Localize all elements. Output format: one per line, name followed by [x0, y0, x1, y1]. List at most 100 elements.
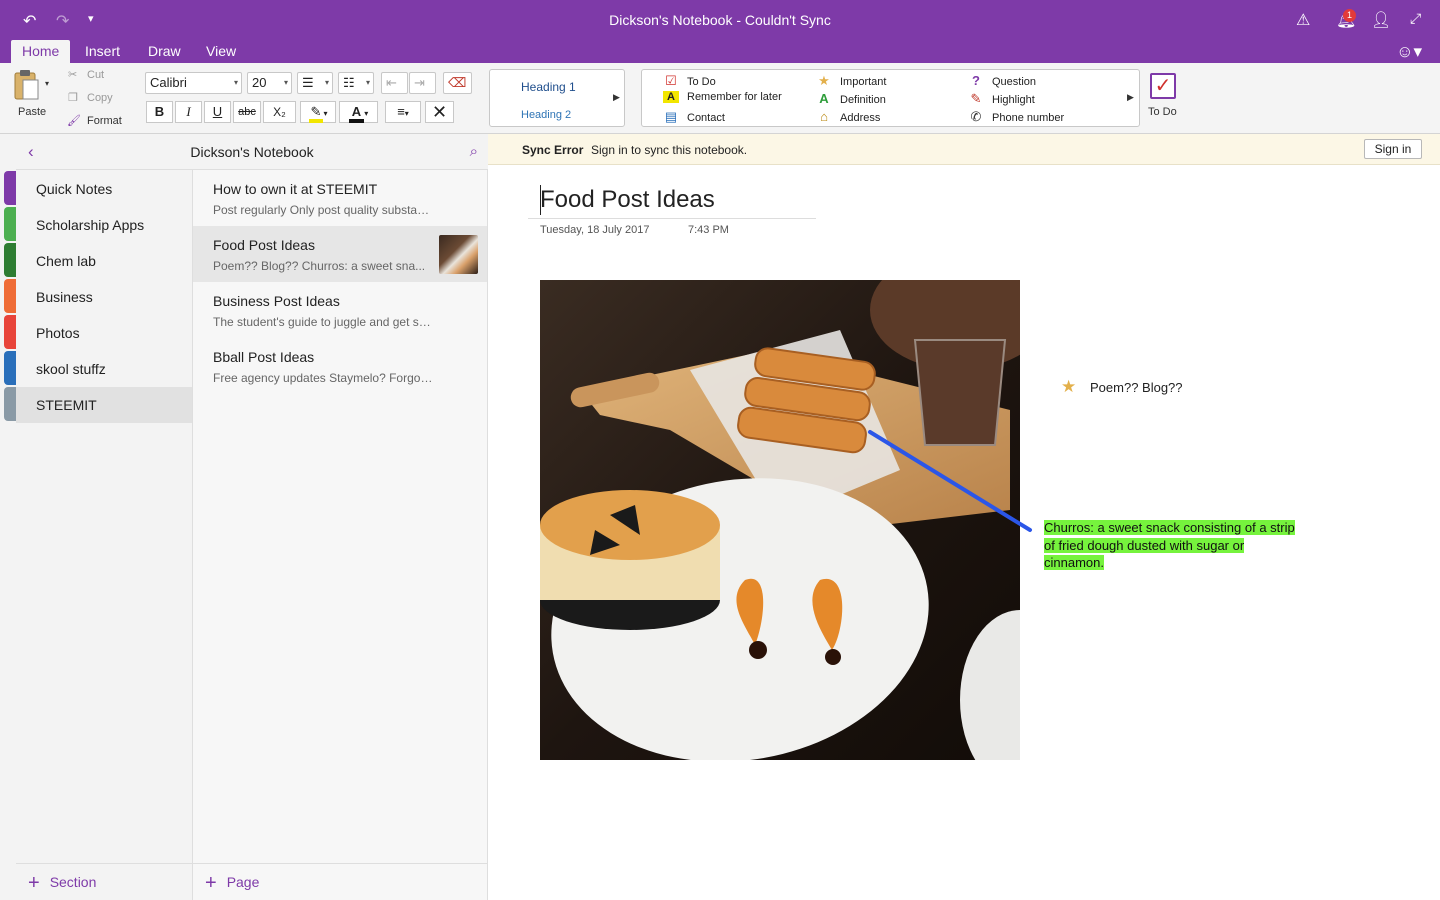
font-size-value: 20: [252, 75, 267, 90]
todo-checkbox-icon[interactable]: ✓: [1150, 73, 1176, 99]
checkbox-icon: ☑: [665, 73, 677, 88]
section-business[interactable]: Business: [16, 279, 192, 315]
page-item-title: Food Post Ideas: [213, 237, 315, 253]
underline-button[interactable]: U: [204, 101, 231, 123]
section-quick-notes[interactable]: Quick Notes: [16, 171, 192, 207]
notebook-header: ‹ Dickson's Notebook ⌕: [16, 134, 488, 170]
cut-button[interactable]: Cut: [87, 69, 104, 81]
tag-remember-for-later[interactable]: A Remember for later: [663, 91, 782, 103]
font-family-dropdown[interactable]: Calibri ▾: [145, 72, 242, 94]
chevron-down-icon: ▾: [365, 78, 370, 87]
note-text[interactable]: Poem?? Blog??: [1090, 380, 1183, 395]
chevron-down-icon: ▾: [324, 78, 329, 87]
italic-button[interactable]: I: [175, 101, 202, 123]
important-star-icon: ★: [1061, 377, 1077, 396]
add-page-button[interactable]: + Page: [193, 863, 488, 900]
copy-icon: ❐: [68, 92, 78, 104]
numbering-button[interactable]: ☷ ▾: [338, 72, 374, 94]
tag-highlight[interactable]: ✎ Highlight: [968, 91, 1035, 107]
decrease-indent-button[interactable]: ⇤: [381, 72, 408, 94]
bold-button[interactable]: B: [146, 101, 173, 123]
ink-pointer-line[interactable]: [860, 420, 1040, 540]
paste-icon[interactable]: [14, 69, 40, 101]
tab-draw[interactable]: Draw: [137, 40, 192, 63]
subscript-button[interactable]: X₂: [263, 101, 296, 123]
page-time: 7:43 PM: [688, 224, 729, 236]
tag-important[interactable]: ★ Important: [816, 73, 886, 89]
style-heading-1[interactable]: Heading 1: [521, 80, 576, 94]
section-photos[interactable]: Photos: [16, 315, 192, 351]
chevron-down-icon: ▾: [323, 109, 328, 118]
house-icon: ⌂: [820, 109, 828, 124]
tag-label: To Do: [687, 76, 716, 88]
tag-to-do[interactable]: ☑ To Do: [663, 73, 716, 89]
format-painter-button[interactable]: Format: [87, 115, 122, 127]
tag-label: Important: [840, 76, 887, 88]
style-heading-2[interactable]: Heading 2: [521, 109, 571, 121]
page-list-item[interactable]: Business Post Ideas The student's guide …: [193, 282, 487, 338]
contact-card-icon: ▤: [664, 109, 678, 124]
font-color-button[interactable]: A ▾: [339, 101, 378, 123]
styles-gallery: Heading 1 Heading 2 ▶: [489, 69, 625, 127]
expand-icon[interactable]: ⤢: [1410, 10, 1421, 27]
question-icon: ?: [972, 73, 980, 88]
chevron-down-icon: ▾: [283, 78, 288, 87]
tag-contact[interactable]: ▤ Contact: [663, 109, 725, 125]
tab-insert[interactable]: Insert: [74, 40, 131, 63]
todo-button-label[interactable]: To Do: [1148, 106, 1177, 118]
tag-phone-number[interactable]: ✆ Phone number: [968, 109, 1065, 125]
notebook-title[interactable]: Dickson's Notebook: [16, 144, 488, 160]
strikethrough-button[interactable]: abc: [233, 101, 261, 123]
section-steemit[interactable]: STEEMIT: [16, 387, 192, 423]
definition-term: Churros:: [1044, 520, 1094, 535]
styles-expand-icon[interactable]: ▶: [613, 92, 620, 103]
numbered-list-icon: ☷: [343, 75, 355, 90]
share-icon[interactable]: 👤︎: [1371, 10, 1391, 30]
page-title[interactable]: Food Post Ideas: [540, 186, 715, 214]
font-color-icon: A: [348, 104, 365, 123]
font-size-dropdown[interactable]: 20 ▾: [247, 72, 292, 94]
highlight-a-icon: A: [663, 91, 679, 103]
highlight-color-button[interactable]: ✎ ▾: [300, 101, 336, 123]
align-button[interactable]: ≡▾: [385, 101, 421, 123]
tab-view[interactable]: View: [195, 40, 247, 63]
delete-button[interactable]: ✕: [425, 101, 454, 123]
section-scholarship-apps[interactable]: Scholarship Apps: [16, 207, 192, 243]
copy-button[interactable]: Copy: [87, 92, 113, 104]
add-section-label: Section: [49, 874, 97, 890]
bullets-button[interactable]: ☰ ▾: [297, 72, 333, 94]
tags-expand-icon[interactable]: ▶: [1127, 92, 1134, 103]
page-item-title: Business Post Ideas: [213, 293, 340, 309]
paste-label[interactable]: Paste: [18, 106, 46, 118]
plus-icon: +: [205, 872, 217, 894]
warning-icon[interactable]: ⚠: [1296, 10, 1310, 30]
page-list-item[interactable]: Bball Post Ideas Free agency updates Sta…: [193, 338, 487, 394]
tag-label: Highlight: [992, 94, 1035, 106]
section-tab-color: [4, 207, 16, 241]
page-item-preview: Post regularly Only post quality substan…: [213, 203, 433, 217]
clear-formatting-button[interactable]: ⌫: [443, 72, 472, 94]
tag-label: Address: [840, 112, 881, 124]
increase-indent-button[interactable]: ⇥: [409, 72, 436, 94]
page-list-item[interactable]: Food Post Ideas Poem?? Blog?? Churros: a…: [193, 226, 487, 282]
star-icon: ★: [818, 73, 830, 88]
section-skool-stuffz[interactable]: skool stuffz: [16, 351, 192, 387]
page-item-preview: The student's guide to juggle and get sh…: [213, 315, 433, 329]
tag-question[interactable]: ? Question: [968, 73, 1036, 88]
page-thumbnail: [439, 235, 478, 274]
page-list-item[interactable]: How to own it at STEEMIT Post regularly …: [193, 170, 487, 226]
definition-note[interactable]: Churros: a sweet snack consisting of a s…: [1044, 519, 1306, 572]
search-icon[interactable]: ⌕: [470, 143, 478, 160]
sync-error-bar: Sync Error Sign in to sync this notebook…: [488, 134, 1440, 165]
sign-in-button[interactable]: Sign in: [1364, 139, 1422, 159]
tag-address[interactable]: ⌂ Address: [816, 109, 880, 124]
tab-home[interactable]: Home: [11, 40, 71, 63]
tag-definition[interactable]: A Definition: [816, 91, 886, 106]
section-chem-lab[interactable]: Chem lab: [16, 243, 192, 279]
tag-label: Question: [992, 76, 1037, 88]
feedback-smiley-icon[interactable]: ☺▾: [1396, 42, 1422, 62]
add-section-button[interactable]: + Section: [16, 863, 192, 900]
section-tab-color: [4, 243, 16, 277]
indent-icon: ⇥: [414, 75, 425, 90]
paste-dropdown-icon[interactable]: ▾: [45, 79, 49, 88]
